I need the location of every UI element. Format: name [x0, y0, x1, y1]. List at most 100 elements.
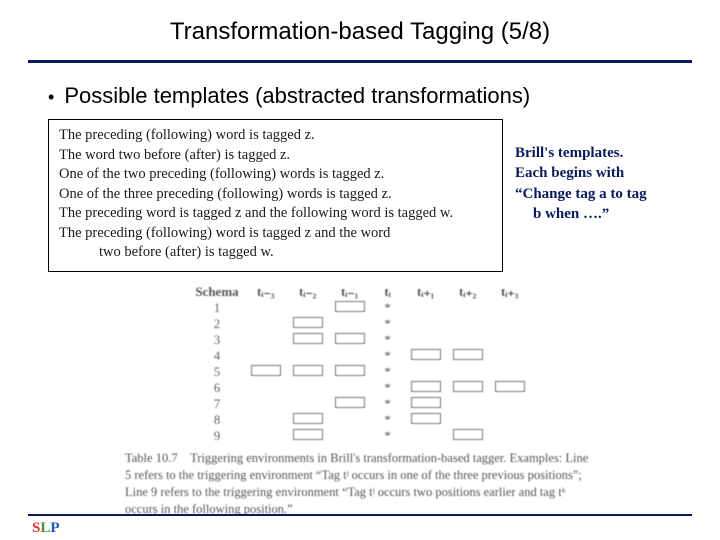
schema-cell	[447, 428, 489, 444]
schema-cell	[405, 428, 447, 444]
schema-cell	[329, 300, 371, 316]
schema-cell	[447, 316, 489, 332]
sidenote-line: “Change tag a to tag	[515, 184, 695, 204]
template-line: One of the three preceding (following) w…	[59, 185, 492, 205]
schema-cell	[489, 316, 531, 332]
template-line: The preceding (following) word is tagged…	[59, 126, 492, 146]
schema-cell	[405, 364, 447, 380]
schema-cell	[447, 396, 489, 412]
schema-cell	[447, 348, 489, 364]
row-label: 1	[189, 300, 244, 316]
schema-cell	[447, 412, 489, 428]
row-label: 7	[189, 396, 244, 412]
schema-cell	[245, 316, 287, 332]
schema-cell	[245, 300, 287, 316]
schema-cell	[287, 412, 329, 428]
template-line: The preceding (following) word is tagged…	[59, 224, 492, 244]
title-underline	[28, 60, 692, 63]
schema-cell	[405, 412, 447, 428]
schema-cell	[287, 428, 329, 444]
schema-cell	[329, 364, 371, 380]
schema-cell	[245, 364, 287, 380]
logo-letter-l: L	[40, 520, 50, 536]
schema-cell	[405, 316, 447, 332]
template-line: two before (after) is tagged w.	[59, 243, 492, 263]
schema-cell	[405, 348, 447, 364]
col-schema: Schema	[189, 284, 244, 300]
schema-cell	[287, 316, 329, 332]
schema-cell	[447, 380, 489, 396]
col-ti: tᵢ	[371, 284, 405, 300]
logo-letter-p: P	[50, 520, 59, 536]
template-line: One of the two preceding (following) wor…	[59, 165, 492, 185]
schema-cell	[447, 364, 489, 380]
col-ti+2: tᵢ₊₂	[447, 284, 489, 300]
bullet-item: • Possible templates (abstracted transfo…	[48, 83, 720, 109]
schema-cell	[447, 300, 489, 316]
col-ti+3: tᵢ₊₃	[489, 284, 531, 300]
schema-cell	[245, 380, 287, 396]
schema-cell: *	[371, 396, 405, 412]
side-annotation: Brill's templates. Each begins with “Cha…	[515, 119, 695, 224]
footer-rule	[28, 514, 692, 516]
schema-cell	[329, 412, 371, 428]
table-row: 6*	[189, 380, 530, 396]
bullet-dot-icon: •	[48, 87, 54, 108]
table-row: 3*	[189, 332, 530, 348]
schema-cell: *	[371, 428, 405, 444]
row-label: 4	[189, 348, 244, 364]
col-ti+1: tᵢ₊₁	[405, 284, 447, 300]
schema-cell: *	[371, 380, 405, 396]
schema-cell	[489, 380, 531, 396]
row-label: 3	[189, 332, 244, 348]
schema-cell	[329, 380, 371, 396]
row-label: 6	[189, 380, 244, 396]
bullet-text: Possible templates (abstracted transform…	[64, 83, 530, 109]
schema-cell	[329, 332, 371, 348]
sidenote-line: b when ….”	[515, 204, 695, 224]
col-ti-2: tᵢ₋₂	[287, 284, 329, 300]
schema-cell	[245, 428, 287, 444]
schema-cell: *	[371, 364, 405, 380]
schema-cell	[489, 300, 531, 316]
sidenote-line: Brill's templates.	[515, 143, 695, 163]
schema-cell	[447, 332, 489, 348]
schema-cell	[329, 348, 371, 364]
row-label: 8	[189, 412, 244, 428]
schema-cell	[405, 300, 447, 316]
footer-logo: SLP	[32, 520, 60, 537]
schema-cell	[405, 396, 447, 412]
schema-cell: *	[371, 300, 405, 316]
row-label: 2	[189, 316, 244, 332]
schema-cell: *	[371, 316, 405, 332]
sidenote-line: Each begins with	[515, 163, 695, 183]
table-caption: Table 10.7 Triggering environments in Br…	[125, 450, 595, 518]
schema-cell	[489, 364, 531, 380]
schema-cell	[287, 332, 329, 348]
row-label: 9	[189, 428, 244, 444]
table-row: 7*	[189, 396, 530, 412]
schema-cell	[287, 364, 329, 380]
schema-cell: *	[371, 348, 405, 364]
schema-cell: *	[371, 412, 405, 428]
schema-cell	[245, 396, 287, 412]
table-row: 5*	[189, 364, 530, 380]
schema-cell: *	[371, 332, 405, 348]
table-row: 2*	[189, 316, 530, 332]
schema-table: Schema tᵢ₋₃ tᵢ₋₂ tᵢ₋₁ tᵢ tᵢ₊₁ tᵢ₊₂ tᵢ₊₃ …	[189, 284, 530, 444]
schema-cell	[405, 380, 447, 396]
schema-cell	[489, 412, 531, 428]
schema-cell	[245, 348, 287, 364]
schema-cell	[287, 396, 329, 412]
templates-box: The preceding (following) word is tagged…	[48, 119, 503, 272]
schema-cell	[287, 300, 329, 316]
table-row: 4*	[189, 348, 530, 364]
col-ti-1: tᵢ₋₁	[329, 284, 371, 300]
schema-cell	[489, 348, 531, 364]
table-row: 8*	[189, 412, 530, 428]
template-line: The preceding word is tagged z and the f…	[59, 204, 492, 224]
schema-cell	[489, 396, 531, 412]
schema-cell	[329, 316, 371, 332]
schema-cell	[245, 332, 287, 348]
slide-title: Transformation-based Tagging (5/8)	[0, 0, 720, 60]
